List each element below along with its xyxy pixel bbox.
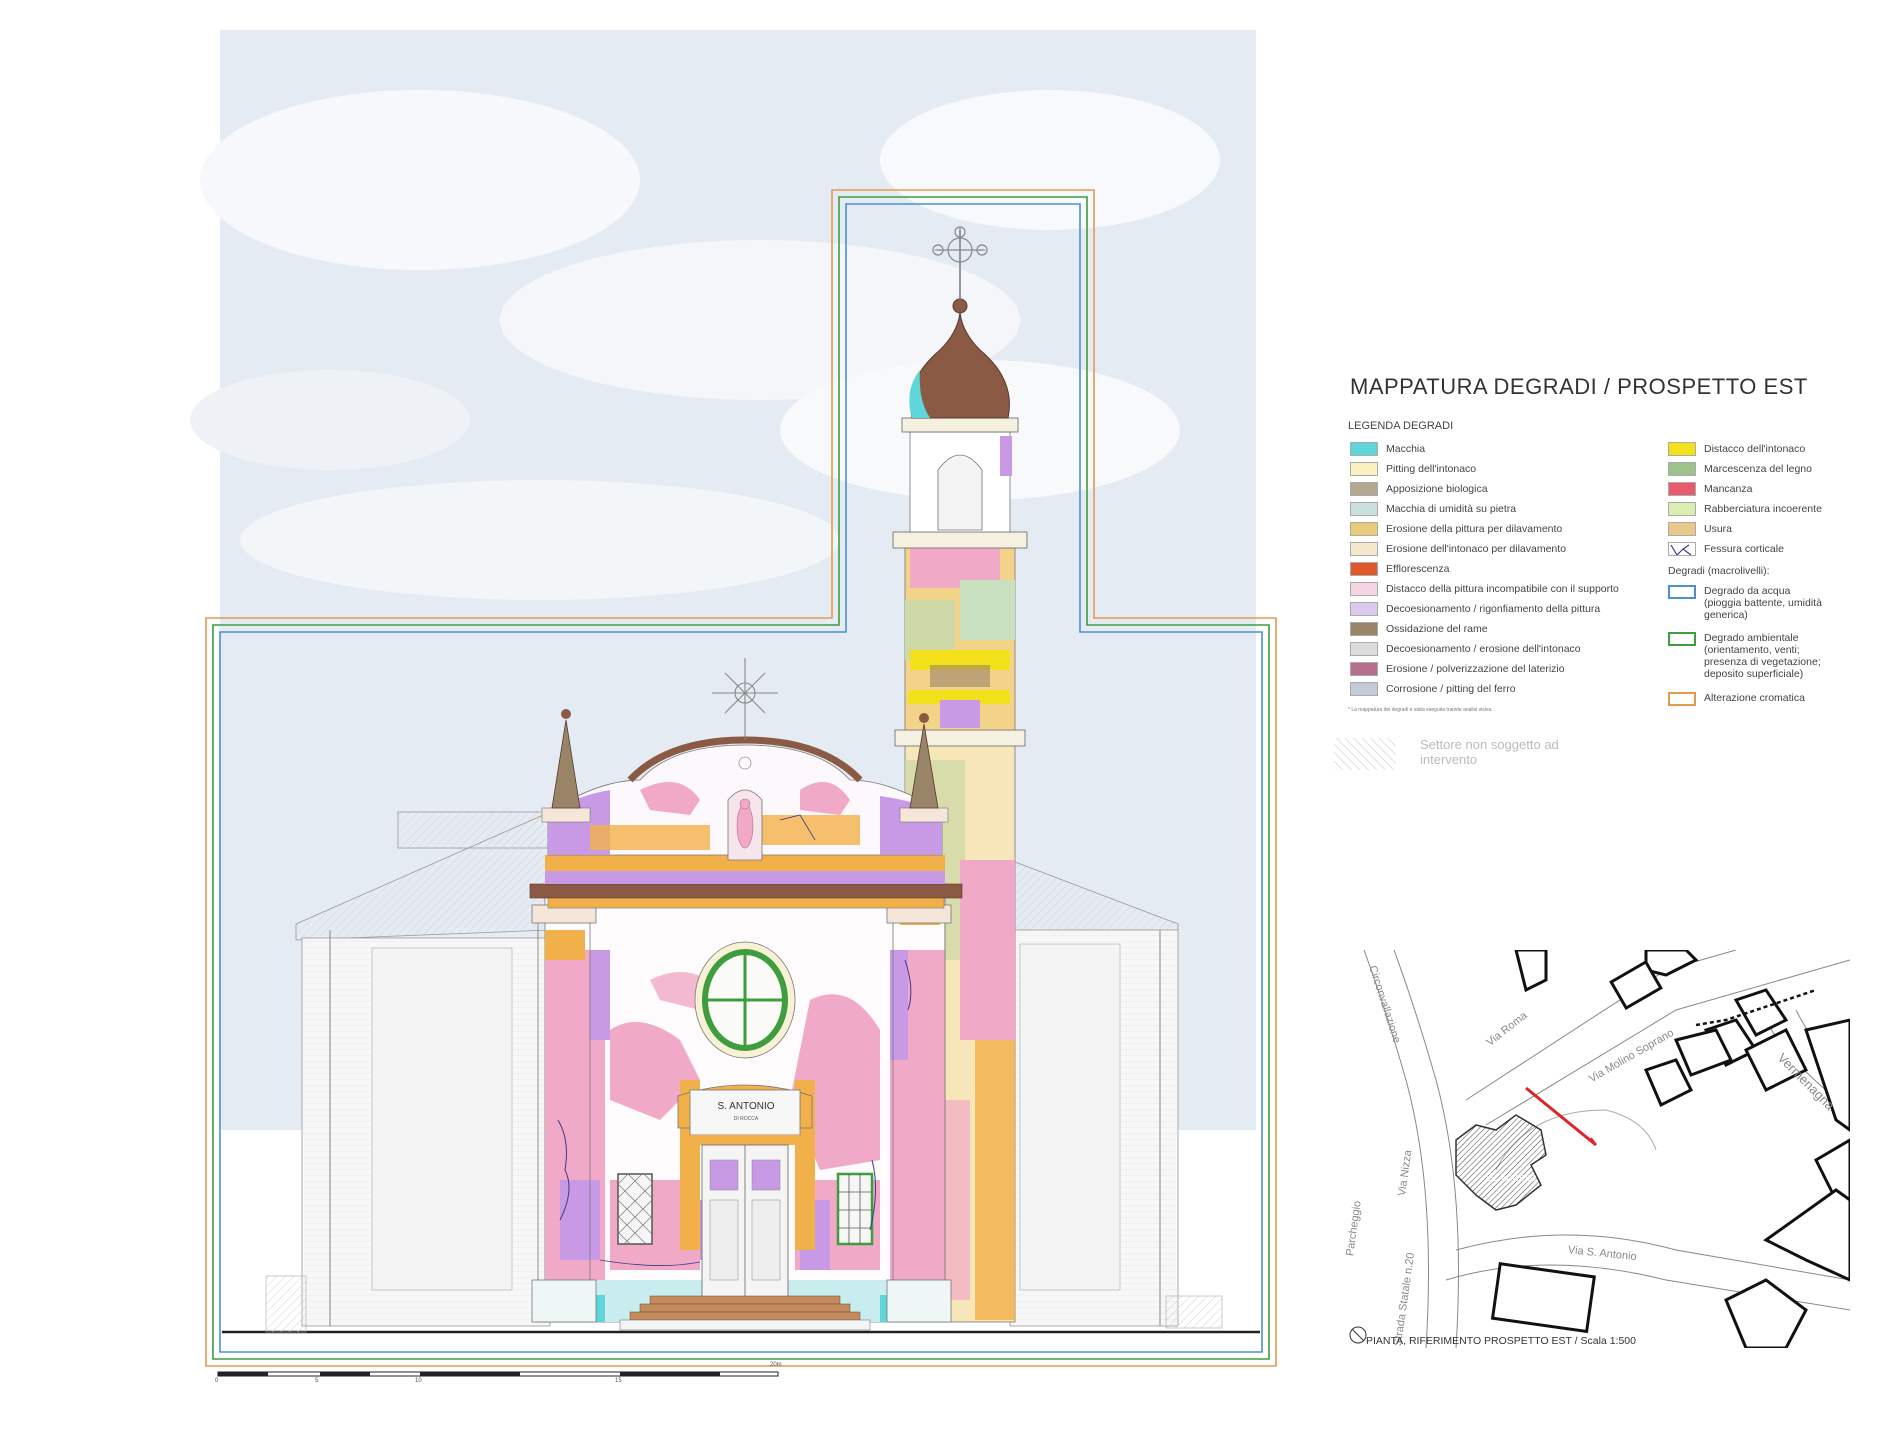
- legend-item: Erosione della pittura per dilavamento: [1350, 520, 1562, 538]
- legend-item: Marcescenza del legno: [1668, 460, 1812, 478]
- legend-swatch: [1350, 482, 1378, 496]
- legend-footnote: * La mappatura dei degradi è stata esegu…: [1348, 707, 1493, 713]
- hatched-sector-swatch: [1334, 738, 1396, 770]
- legend-swatch: [1350, 562, 1378, 576]
- site-plan-caption: PIANTA, RIFERIMENTO PROSPETTO EST / Scal…: [1366, 1335, 1636, 1347]
- legend-swatch: [1668, 462, 1696, 476]
- macro-heading: Degradi (macrolivelli):: [1668, 565, 1770, 577]
- legend-swatch: [1350, 662, 1378, 676]
- legend-swatch: [1350, 642, 1378, 656]
- legend-item: Distacco dell'intonaco: [1668, 440, 1805, 458]
- legend-swatch: [1350, 582, 1378, 596]
- legend-item: Decoesionamento / rigonfiamento della pi…: [1350, 600, 1600, 618]
- sector-label: Settore non soggetto ad intervento: [1420, 737, 1559, 767]
- site-plan-map: [1349, 950, 1850, 1348]
- crack-icon: [1668, 542, 1696, 556]
- legend-swatch: [1350, 682, 1378, 696]
- building-label: S. Antonio: [1486, 1172, 1537, 1184]
- legend-swatch: [1350, 622, 1378, 636]
- legend-item: Rabberciatura incoerente: [1668, 500, 1822, 518]
- legend-swatch: [1668, 522, 1696, 536]
- legend-swatch: [1668, 692, 1696, 706]
- legend-swatch: [1350, 522, 1378, 536]
- legend-item: Pitting dell'intonaco: [1350, 460, 1476, 478]
- legend-swatch: [1668, 502, 1696, 516]
- scale-label: 0: [215, 1378, 219, 1384]
- legend-swatch: [1350, 602, 1378, 616]
- legend-item: Erosione / polverizzazione del laterizio: [1350, 660, 1565, 678]
- facade-sign-line1: S. ANTONIO: [717, 1101, 775, 1112]
- legend-swatch: [1350, 502, 1378, 516]
- legend-item: Usura: [1668, 520, 1732, 538]
- page-title: MAPPATURA DEGRADI / PROSPETTO EST: [1350, 374, 1808, 399]
- scale-label: 5: [315, 1378, 319, 1384]
- legend-item: Degrado ambientale (orientamento, venti;…: [1668, 632, 1822, 680]
- legend-item: Efflorescenza: [1350, 560, 1449, 578]
- legend-swatch: [1668, 442, 1696, 456]
- legend-item: Ossidazione del rame: [1350, 620, 1488, 638]
- legend-item: Fessura corticale: [1668, 540, 1784, 558]
- legend-item: Apposizione biologica: [1350, 480, 1488, 498]
- legend-item: Erosione dell'intonaco per dilavamento: [1350, 540, 1566, 558]
- legend-item: Macchia di umidità su pietra: [1350, 500, 1516, 518]
- facade-sign-line2: DI ROCCA: [733, 1116, 759, 1122]
- legend-swatch: [1668, 632, 1696, 646]
- legend-item: Mancanza: [1668, 480, 1752, 498]
- legend-item: Corrosione / pitting del ferro: [1350, 680, 1516, 698]
- scale-label: 15: [615, 1378, 622, 1384]
- legend-swatch: [1350, 442, 1378, 456]
- legend-swatch: [1668, 585, 1696, 599]
- scale-bar: [217, 1371, 779, 1377]
- legend-item: Decoesionamento / erosione dell'intonaco: [1350, 640, 1581, 658]
- legend-item: Macchia: [1350, 440, 1425, 458]
- legend-heading: LEGENDA DEGRADI: [1348, 420, 1454, 432]
- legend-swatch: [1350, 462, 1378, 476]
- scale-label: 20m: [770, 1362, 782, 1368]
- scale-label: 10: [415, 1378, 422, 1384]
- legend-item: Degrado da acqua (pioggia battente, umid…: [1668, 585, 1822, 621]
- legend-item: Alterazione cromatica: [1668, 692, 1822, 706]
- legend-swatch: [1668, 482, 1696, 496]
- legend-swatch: [1350, 542, 1378, 556]
- legend-item: Distacco della pittura incompatibile con…: [1350, 580, 1619, 598]
